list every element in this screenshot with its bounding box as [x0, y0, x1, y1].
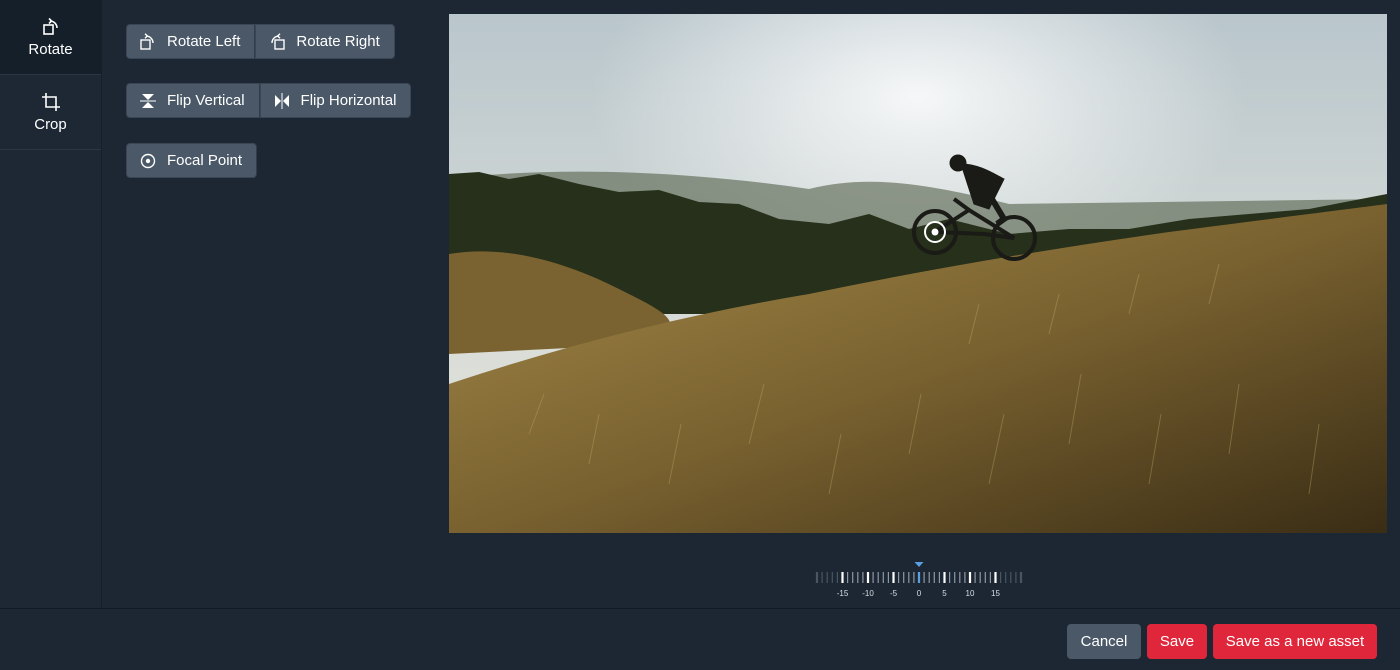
- ruler-tick-label: 10: [966, 589, 975, 598]
- rotate-icon: [42, 17, 58, 35]
- rotate-right-button[interactable]: Rotate Right: [255, 24, 395, 59]
- photo-canvas[interactable]: [449, 14, 1387, 533]
- rotate-left-button[interactable]: Rotate Left: [126, 24, 256, 59]
- flip-vertical-button[interactable]: Flip Vertical: [126, 83, 260, 118]
- focal-point-button[interactable]: Focal Point: [126, 143, 258, 178]
- flip-vertical-label: Flip Vertical: [167, 92, 245, 109]
- save-button[interactable]: Save: [1147, 624, 1207, 659]
- tab-crop-label: Crop: [34, 115, 67, 133]
- rotate-right-label: Rotate Right: [296, 33, 380, 50]
- rotate-right-icon: [271, 32, 286, 50]
- rotate-left-icon: [140, 32, 154, 50]
- mountain-bike-photo: [449, 14, 1387, 533]
- ruler-tick-label: 15: [991, 589, 1000, 598]
- crop-icon: [41, 92, 60, 111]
- ruler-tick-label: 5: [942, 589, 947, 598]
- flip-horizontal-icon: [274, 92, 289, 109]
- flip-vertical-icon: [140, 93, 156, 108]
- rotate-left-label: Rotate Left: [167, 33, 241, 50]
- angle-ruler[interactable]: -15 -10 -5 0 5 10 15: [712, 560, 1124, 604]
- ruler-tick-label: -5: [890, 589, 898, 598]
- ruler-tick-label: -15: [837, 589, 849, 598]
- cancel-button[interactable]: Cancel: [1067, 624, 1141, 659]
- ruler-indicator[interactable]: [914, 562, 924, 567]
- focal-point-label: Focal Point: [167, 152, 243, 169]
- tool-sidebar: Rotate Crop: [0, 0, 102, 608]
- angle-ruler-scale: -15 -10 -5 0 5 10 15: [815, 562, 1023, 598]
- rotate-button-group: Rotate Left Rotate Right: [126, 24, 395, 59]
- footer-bar: Cancel Save Save as a new asset: [0, 608, 1400, 670]
- focal-point-icon: [140, 153, 156, 168]
- tab-crop[interactable]: Crop: [0, 75, 101, 150]
- tab-rotate[interactable]: Rotate: [0, 0, 101, 75]
- flip-button-group: Flip Vertical Flip Horizontal: [126, 83, 412, 118]
- ruler-tick-label: 0: [917, 589, 922, 598]
- focal-point-group: Focal Point: [126, 143, 258, 178]
- flip-horizontal-button[interactable]: Flip Horizontal: [259, 83, 412, 118]
- save-as-new-asset-button[interactable]: Save as a new asset: [1213, 624, 1377, 659]
- tab-rotate-label: Rotate: [28, 40, 73, 58]
- flip-horizontal-label: Flip Horizontal: [300, 92, 397, 109]
- ruler-tick-label: -10: [862, 589, 874, 598]
